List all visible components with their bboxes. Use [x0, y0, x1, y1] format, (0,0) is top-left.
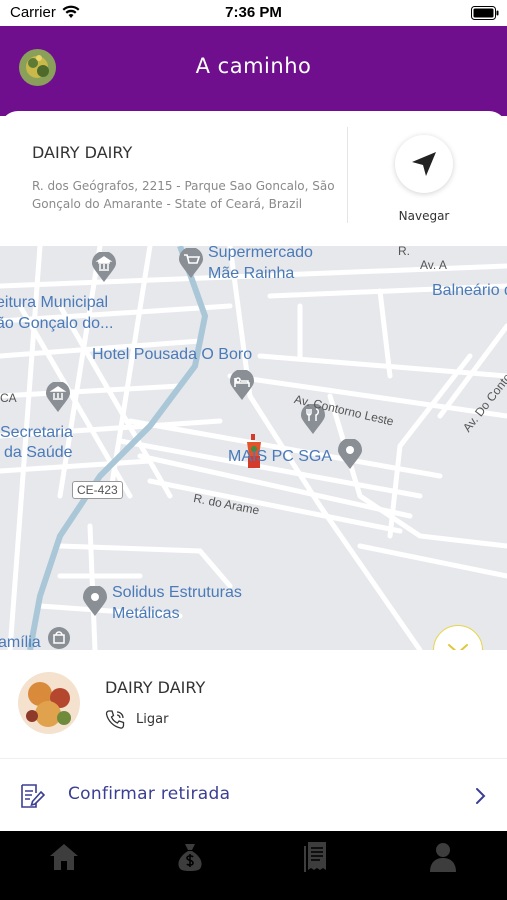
map-view[interactable]: Supermercado Mãe Rainha eitura Municipal… — [0, 246, 507, 650]
clock: 7:36 PM — [225, 4, 282, 21]
map-place-label: Secretaria — [0, 424, 73, 441]
map-place-label: ão Gonçalo do... — [0, 315, 114, 332]
street-label: Av. A — [420, 258, 447, 272]
location-pin-icon — [83, 586, 107, 616]
tab-bar — [0, 831, 507, 900]
map-place-label: Supermercado — [208, 246, 313, 261]
money-bag-icon[interactable] — [173, 840, 207, 874]
merchant-name: DAIRY DAIRY — [105, 678, 206, 697]
navigation-arrow-icon — [412, 152, 436, 176]
map-place-label: eitura Municipal — [0, 294, 109, 311]
divider — [347, 127, 348, 223]
receipt-icon[interactable] — [300, 840, 334, 874]
map-place-label: amília — [0, 634, 41, 650]
store-name: DAIRY DAIRY — [32, 143, 133, 162]
status-bar: Carrier 7:36 PM — [0, 0, 507, 26]
home-icon[interactable] — [47, 840, 81, 874]
app-header: A caminho — [0, 26, 507, 116]
shopping-cart-icon — [179, 248, 203, 278]
highway-shield: CE-423 — [72, 481, 123, 499]
call-button[interactable]: Ligar — [136, 712, 168, 727]
navigate-button[interactable] — [395, 135, 453, 193]
government-icon — [46, 382, 70, 412]
map-place-label: Mãe Rainha — [208, 265, 295, 282]
navigate-label: Navegar — [398, 209, 450, 223]
map-place-label: Metálicas — [112, 605, 180, 622]
merchant-section: DAIRY DAIRY Ligar — [0, 650, 507, 758]
battery-icon — [471, 6, 499, 20]
hotel-icon — [230, 370, 254, 400]
location-pin-icon — [338, 439, 362, 469]
store-address: R. dos Geógrafos, 2215 - Parque Sao Gonc… — [32, 179, 335, 211]
chevron-right-icon — [476, 788, 486, 804]
bank-icon — [92, 252, 116, 282]
map-place-label: da Saúde — [4, 444, 73, 461]
phone-icon[interactable] — [104, 709, 126, 731]
street-label: CA — [0, 391, 17, 405]
edit-document-icon — [21, 784, 46, 808]
confirm-pickup-row[interactable]: Confirmar retirada — [0, 758, 507, 832]
map-place-label: MAIS PC SGA — [228, 448, 333, 465]
page-title: A caminho — [195, 54, 312, 78]
store-icon — [48, 627, 70, 649]
street-label: R. — [398, 246, 410, 258]
map-place-label: Solidus Estruturas — [112, 584, 242, 601]
merchant-logo — [18, 672, 80, 734]
store-card: DAIRY DAIRY R. dos Geógrafos, 2215 - Par… — [0, 111, 507, 246]
map-place-label: Balneário d — [432, 282, 507, 299]
map-place-label: Hotel Pousada O Boro — [92, 346, 253, 363]
confirm-pickup-label: Confirmar retirada — [68, 784, 231, 804]
user-icon[interactable] — [426, 840, 460, 874]
